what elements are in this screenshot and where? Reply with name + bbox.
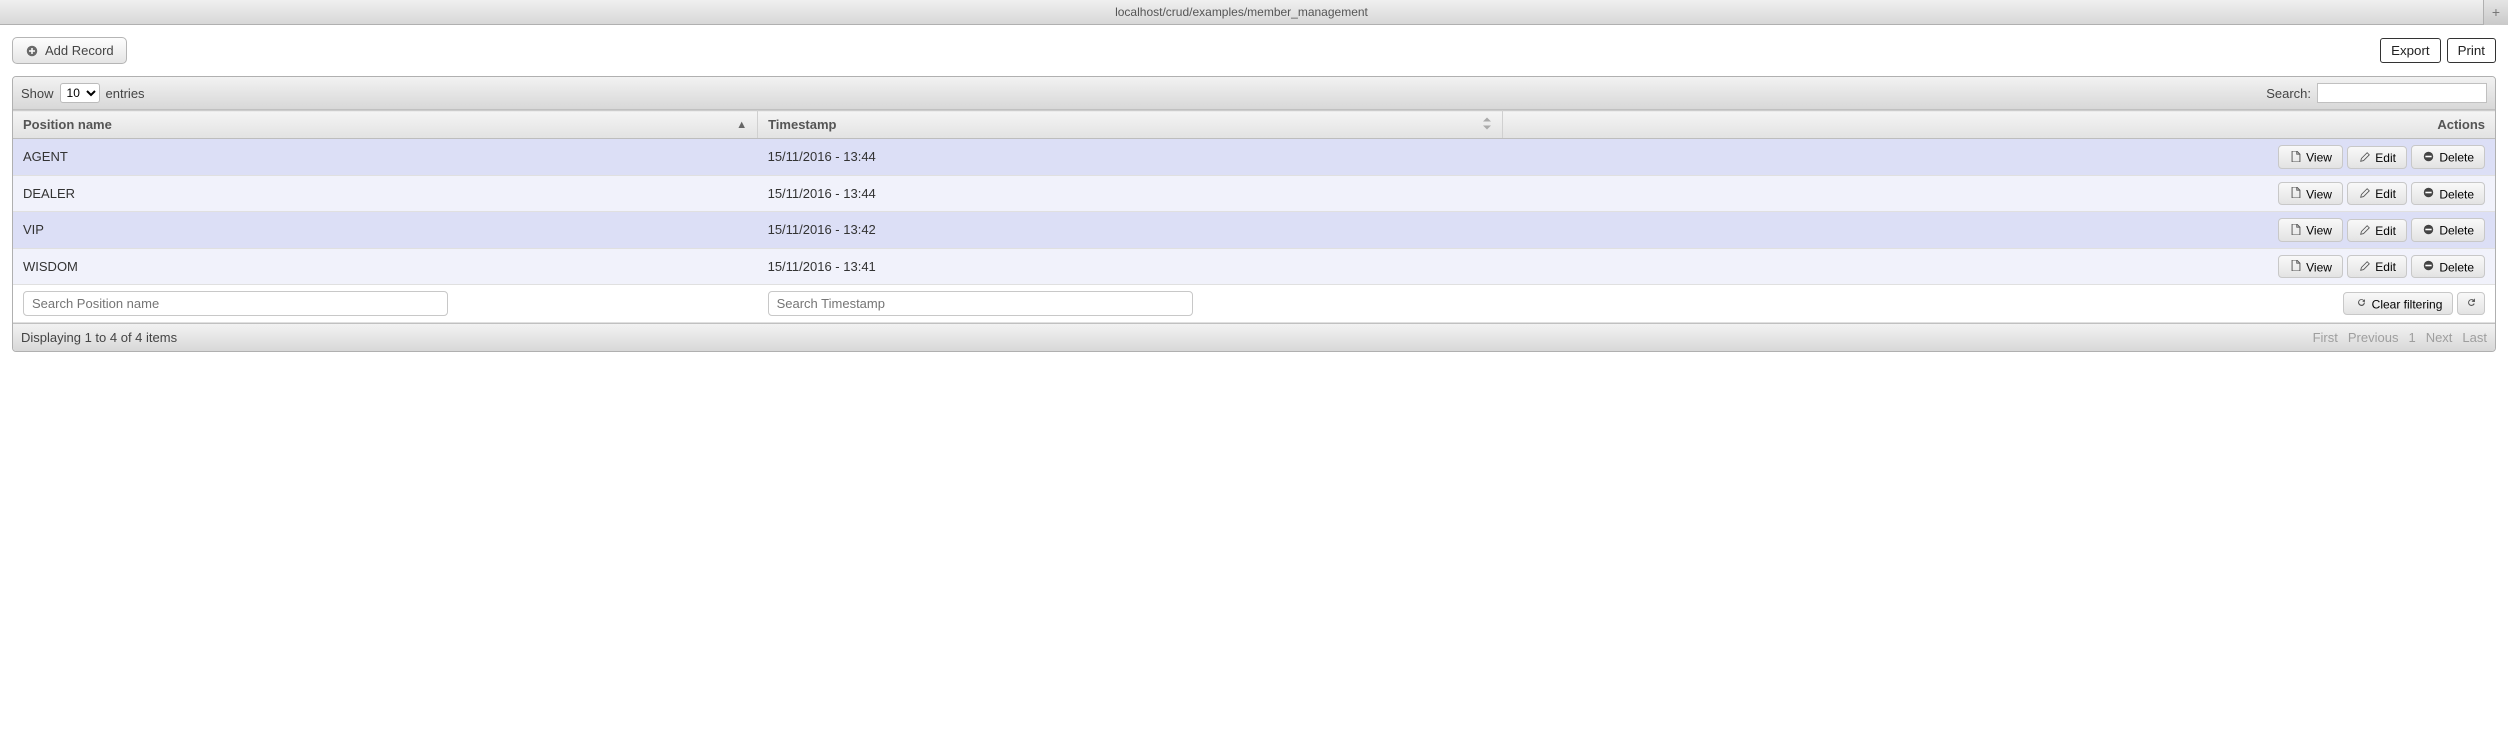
view-label: View	[2306, 260, 2332, 274]
edit-button[interactable]: Edit	[2347, 182, 2407, 205]
data-table: Position name ▲ Timestamp Actions AGENT1…	[13, 110, 2495, 323]
edit-label: Edit	[2375, 260, 2396, 274]
cell-timestamp: 15/11/2016 - 13:42	[758, 212, 1503, 249]
file-icon	[2289, 149, 2303, 163]
reload-icon	[2354, 296, 2368, 310]
plus-icon: +	[2489, 5, 2503, 19]
clear-filtering-label: Clear filtering	[2372, 297, 2443, 311]
cell-timestamp: 15/11/2016 - 13:44	[758, 139, 1503, 176]
page-current[interactable]: 1	[2408, 330, 2415, 345]
browser-tabbar: localhost/crud/examples/member_managemen…	[0, 0, 2508, 25]
edit-label: Edit	[2375, 224, 2396, 238]
view-button[interactable]: View	[2278, 145, 2343, 169]
file-icon	[2289, 186, 2303, 200]
length-control: Show 10 entries	[21, 83, 145, 103]
plus-circle-icon	[25, 44, 39, 58]
column-header-actions: Actions	[1502, 111, 2495, 139]
sort-both-icon	[1482, 117, 1492, 132]
browser-url: localhost/crud/examples/member_managemen…	[0, 5, 2483, 19]
show-prefix-label: Show	[21, 86, 54, 101]
cell-timestamp: 15/11/2016 - 13:44	[758, 175, 1503, 212]
cell-actions: View Edit Delete	[1502, 212, 2495, 249]
delete-label: Delete	[2439, 187, 2474, 201]
minus-circle-icon	[2422, 149, 2436, 163]
file-icon	[2289, 222, 2303, 236]
datatable-footer: Displaying 1 to 4 of 4 items First Previ…	[13, 323, 2495, 351]
show-suffix-label: entries	[106, 86, 145, 101]
minus-circle-icon	[2422, 186, 2436, 200]
page-first[interactable]: First	[2313, 330, 2338, 345]
datatable-controls-bar: Show 10 entries Search:	[13, 77, 2495, 110]
edit-button[interactable]: Edit	[2347, 146, 2407, 169]
column-header-position-label: Position name	[23, 117, 112, 132]
sort-asc-icon: ▲	[736, 119, 747, 131]
view-button[interactable]: View	[2278, 218, 2343, 242]
search-label: Search:	[2266, 86, 2311, 101]
add-record-button[interactable]: Add Record	[12, 37, 127, 64]
minus-circle-icon	[2422, 259, 2436, 273]
column-header-timestamp-label: Timestamp	[768, 117, 836, 132]
view-button[interactable]: View	[2278, 255, 2343, 279]
delete-button[interactable]: Delete	[2411, 255, 2485, 279]
delete-button[interactable]: Delete	[2411, 145, 2485, 169]
table-info: Displaying 1 to 4 of 4 items	[21, 330, 177, 345]
view-label: View	[2306, 151, 2332, 165]
minus-circle-icon	[2422, 222, 2436, 236]
edit-button[interactable]: Edit	[2347, 255, 2407, 278]
file-icon	[2289, 259, 2303, 273]
clear-filtering-button[interactable]: Clear filtering	[2343, 292, 2453, 316]
page-toolbar: Add Record Export Print	[12, 37, 2496, 64]
filter-timestamp-input[interactable]	[768, 291, 1193, 316]
export-button[interactable]: Export	[2380, 38, 2441, 63]
cell-position: DEALER	[13, 175, 758, 212]
table-row: DEALER15/11/2016 - 13:44 View Edit Delet…	[13, 175, 2495, 212]
edit-label: Edit	[2375, 187, 2396, 201]
pencil-icon	[2358, 259, 2372, 273]
new-tab-button[interactable]: +	[2483, 0, 2508, 25]
cell-actions: View Edit Delete	[1502, 248, 2495, 285]
delete-button[interactable]: Delete	[2411, 218, 2485, 242]
view-button[interactable]: View	[2278, 182, 2343, 206]
print-button[interactable]: Print	[2447, 38, 2496, 63]
pagination: First Previous 1 Next Last	[2313, 330, 2487, 345]
view-label: View	[2306, 187, 2332, 201]
cell-actions: View Edit Delete	[1502, 175, 2495, 212]
page-last[interactable]: Last	[2462, 330, 2487, 345]
cell-position: VIP	[13, 212, 758, 249]
cell-position: WISDOM	[13, 248, 758, 285]
edit-button[interactable]: Edit	[2347, 219, 2407, 242]
add-record-label: Add Record	[45, 43, 114, 58]
view-label: View	[2306, 224, 2332, 238]
delete-label: Delete	[2439, 151, 2474, 165]
edit-label: Edit	[2375, 151, 2396, 165]
page-next[interactable]: Next	[2426, 330, 2453, 345]
cell-actions: View Edit Delete	[1502, 139, 2495, 176]
length-select[interactable]: 10	[60, 83, 100, 103]
delete-button[interactable]: Delete	[2411, 182, 2485, 206]
delete-label: Delete	[2439, 224, 2474, 238]
column-filter-row: Clear filtering	[13, 285, 2495, 323]
pencil-icon	[2358, 223, 2372, 237]
column-header-timestamp[interactable]: Timestamp	[758, 111, 1503, 139]
pencil-icon	[2358, 150, 2372, 164]
column-header-position[interactable]: Position name ▲	[13, 111, 758, 139]
delete-label: Delete	[2439, 260, 2474, 274]
cell-position: AGENT	[13, 139, 758, 176]
refresh-button[interactable]	[2457, 292, 2485, 316]
datatable: Show 10 entries Search: Position name ▲	[12, 76, 2496, 352]
export-label: Export	[2391, 43, 2430, 58]
search-input[interactable]	[2317, 83, 2487, 103]
page-prev[interactable]: Previous	[2348, 330, 2399, 345]
cell-timestamp: 15/11/2016 - 13:41	[758, 248, 1503, 285]
print-label: Print	[2458, 43, 2485, 58]
pencil-icon	[2358, 186, 2372, 200]
table-row: AGENT15/11/2016 - 13:44 View Edit Delete	[13, 139, 2495, 176]
filter-position-input[interactable]	[23, 291, 448, 316]
refresh-icon	[2464, 296, 2478, 310]
table-row: VIP15/11/2016 - 13:42 View Edit Delete	[13, 212, 2495, 249]
global-search: Search:	[2266, 83, 2487, 103]
table-row: WISDOM15/11/2016 - 13:41 View Edit Delet…	[13, 248, 2495, 285]
column-header-actions-label: Actions	[2437, 117, 2485, 132]
